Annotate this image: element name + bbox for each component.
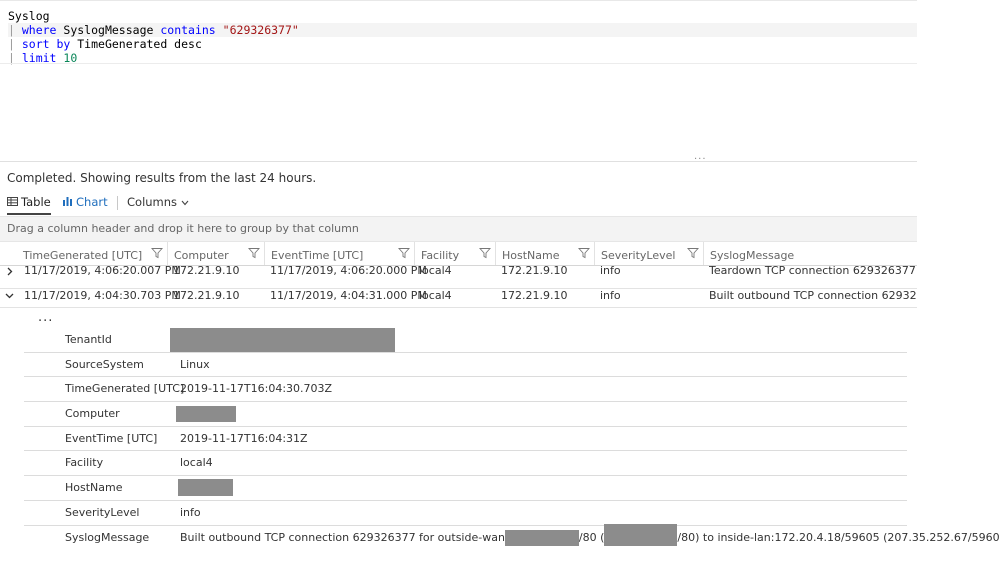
filter-icon[interactable] — [687, 247, 699, 259]
detail-row-eventtime: EventTime [UTC] 2019-11-17T16:04:31Z — [24, 427, 907, 452]
tab-chart-label: Chart — [76, 195, 108, 209]
column-header-label: HostName — [502, 249, 560, 262]
filter-icon[interactable] — [479, 247, 491, 259]
query-line-3[interactable]: | sort by TimeGenerated desc — [8, 37, 202, 51]
redacted-block — [170, 328, 395, 352]
detail-key: HostName — [65, 481, 123, 495]
pane-splitter[interactable] — [0, 157, 917, 162]
cell-facility: local4 — [419, 289, 452, 302]
detail-row-tenantid: TenantId — [24, 328, 907, 353]
column-header-eventtime[interactable]: EventTime [UTC] — [264, 242, 414, 265]
status-message: Completed. Showing results from the last… — [7, 171, 317, 185]
pipe-operator: | — [8, 23, 22, 37]
query-field: SyslogMessage — [56, 23, 161, 37]
detail-key: Facility — [65, 456, 104, 470]
chevron-down-icon — [181, 195, 189, 209]
query-space — [216, 23, 223, 37]
column-header-label: TimeGenerated [UTC] — [23, 249, 143, 262]
pipe-operator: | — [8, 37, 22, 51]
keyword-sort-by: sort by — [21, 37, 71, 51]
record-detail-pane: TenantId SourceSystem Linux TimeGenerate… — [24, 328, 999, 551]
detail-row-hostname: HostName — [24, 476, 907, 501]
syslog-message-part: /80 ( — [578, 530, 605, 544]
column-header-severitylevel[interactable]: SeverityLevel — [594, 242, 703, 265]
group-by-drop-zone[interactable]: Drag a column header and drop it here to… — [0, 216, 917, 242]
detail-key: TimeGenerated [UTC] — [65, 382, 185, 396]
results-tabs: Table Chart Columns — [0, 193, 917, 215]
filter-icon[interactable] — [248, 247, 260, 259]
viewport-cutoff — [0, 547, 917, 562]
tab-table[interactable]: Table — [7, 193, 51, 215]
redacted-block — [604, 523, 678, 546]
column-header-timegenerated[interactable]: TimeGenerated [UTC] — [17, 242, 167, 265]
tab-divider — [117, 196, 118, 210]
detail-row-timegenerated: TimeGenerated [UTC] 2019-11-17T16:04:30.… — [24, 377, 907, 403]
results-grid-header: TimeGenerated [UTC] Computer EventTime [… — [0, 242, 917, 266]
column-header-label: Facility — [421, 249, 460, 262]
tab-table-label: Table — [21, 195, 51, 209]
cell-syslogmessage: Built outbound TCP connection 629326377 … — [709, 289, 917, 302]
table-row[interactable]: 11/17/2019, 4:04:30.703 PM 172.21.9.10 1… — [0, 284, 917, 308]
query-line-1[interactable]: Syslog — [8, 9, 50, 23]
filter-icon[interactable] — [151, 247, 163, 259]
detail-value: 2019-11-17T16:04:31Z — [180, 431, 308, 445]
filter-icon[interactable] — [398, 247, 410, 259]
column-header-syslogmessage[interactable]: SyslogMessage — [703, 242, 917, 265]
cell-computer: 172.21.9.10 — [173, 289, 240, 302]
tab-chart[interactable]: Chart — [62, 193, 108, 213]
editor-divider — [0, 63, 917, 64]
redacted-block — [176, 406, 236, 423]
redacted-block — [504, 529, 579, 546]
table-icon — [7, 194, 18, 212]
detail-key: EventTime [UTC] — [65, 431, 158, 445]
detail-row-facility: Facility local4 — [24, 451, 907, 477]
query-editor[interactable]: Syslog | where SyslogMessage contains "6… — [0, 0, 917, 161]
splitter-handle-icon[interactable]: ... — [694, 151, 707, 162]
query-string-literal: "629326377" — [222, 23, 299, 37]
detail-value: info — [180, 505, 201, 519]
group-by-hint: Drag a column header and drop it here to… — [7, 222, 359, 235]
cell-timegenerated: 11/17/2019, 4:04:30.703 PM — [24, 289, 181, 302]
detail-key: SeverityLevel — [65, 505, 140, 519]
redacted-block — [178, 479, 233, 497]
column-header-label: SeverityLevel — [601, 249, 676, 262]
cell-severitylevel: info — [600, 289, 621, 302]
detail-row-computer: Computer — [24, 402, 907, 427]
syslog-message-part: Built outbound TCP connection 629326377 … — [180, 530, 505, 544]
detail-row-severitylevel: SeverityLevel info — [24, 501, 907, 526]
cell-eventtime: 11/17/2019, 4:04:31.000 PM — [270, 289, 427, 302]
column-header-label: SyslogMessage — [710, 249, 795, 262]
columns-dropdown[interactable]: Columns — [127, 193, 189, 213]
detail-key: TenantId — [65, 333, 112, 346]
more-options-icon[interactable]: ... — [38, 310, 53, 325]
chevron-down-icon[interactable] — [5, 291, 14, 300]
filter-icon[interactable] — [578, 247, 590, 259]
syslog-message-part: /80) to inside-lan:172.20.4.18/59605 (20… — [677, 530, 999, 544]
detail-key: SourceSystem — [65, 357, 144, 371]
column-header-facility[interactable]: Facility — [414, 242, 495, 265]
column-header-computer[interactable]: Computer — [167, 242, 264, 265]
detail-value: local4 — [180, 456, 213, 470]
query-table-name: Syslog — [8, 9, 50, 23]
cell-hostname: 172.21.9.10 — [501, 289, 568, 302]
keyword-contains: contains — [160, 23, 216, 37]
keyword-where: where — [21, 23, 57, 37]
query-sort-expression: TimeGenerated desc — [70, 37, 202, 51]
bar-chart-icon — [62, 194, 73, 212]
detail-row-sourcesystem: SourceSystem Linux — [24, 353, 907, 378]
detail-value: Built outbound TCP connection 629326377 … — [180, 523, 999, 550]
query-line-2[interactable]: | where SyslogMessage contains "62932637… — [8, 23, 917, 37]
column-header-label: Computer — [174, 249, 229, 262]
detail-value: 2019-11-17T16:04:30.703Z — [180, 382, 333, 396]
detail-key: Computer — [65, 407, 120, 421]
detail-value: Linux — [180, 357, 210, 371]
column-header-hostname[interactable]: HostName — [495, 242, 594, 265]
chevron-right-icon[interactable] — [5, 267, 14, 276]
columns-label: Columns — [127, 195, 178, 209]
column-header-label: EventTime [UTC] — [271, 249, 364, 262]
detail-key: SyslogMessage — [65, 530, 150, 544]
